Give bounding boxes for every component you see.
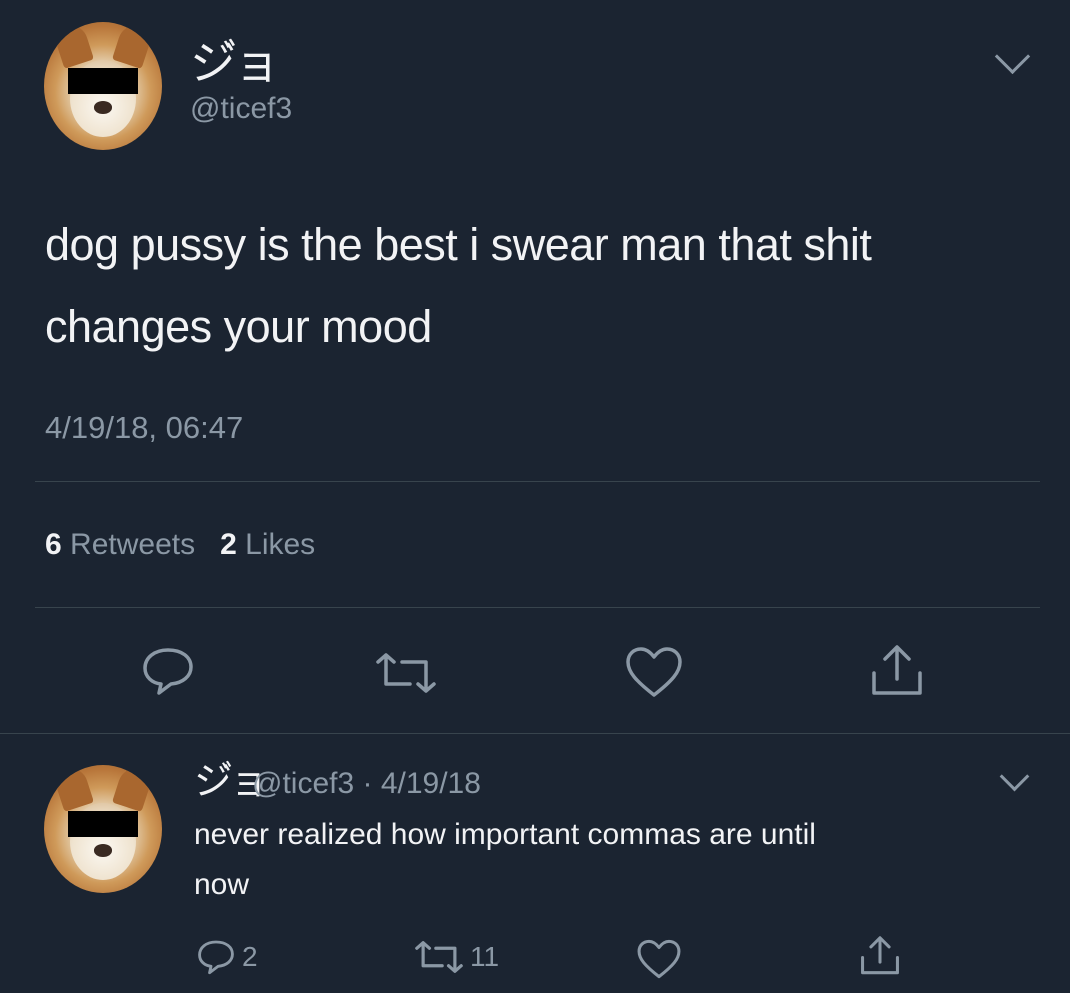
tweet-timestamp[interactable]: 4/19/18, 06:47 bbox=[45, 410, 243, 446]
tweet-text-line-2: changes your mood bbox=[45, 301, 432, 352]
retweet-icon[interactable]: 11 bbox=[412, 940, 499, 974]
reply-avatar[interactable] bbox=[44, 765, 162, 893]
avatar-ear bbox=[52, 23, 95, 70]
divider bbox=[35, 607, 1040, 608]
share-icon[interactable] bbox=[868, 643, 926, 699]
avatar-ear bbox=[111, 23, 154, 70]
avatar-ear bbox=[52, 766, 95, 813]
tweet-stats: 6 Retweets 2 Likes bbox=[45, 528, 315, 562]
censor-bar bbox=[67, 68, 139, 94]
avatar-ear bbox=[111, 766, 154, 813]
like-label[interactable]: Likes bbox=[245, 528, 315, 561]
chevron-down-icon[interactable] bbox=[994, 38, 1031, 75]
chevron-down-icon[interactable] bbox=[999, 761, 1030, 792]
retweet-count: 11 bbox=[470, 941, 500, 972]
share-icon[interactable] bbox=[858, 934, 902, 978]
retweet-count[interactable]: 6 bbox=[45, 528, 62, 561]
reply-text-line-2: now bbox=[194, 868, 250, 901]
retweet-icon[interactable] bbox=[372, 652, 440, 694]
heart-icon[interactable] bbox=[636, 938, 682, 980]
reply-icon[interactable] bbox=[140, 645, 196, 697]
tweet-text-line-1: dog pussy is the best i swear man that s… bbox=[45, 219, 872, 270]
display-name[interactable]: ジ゙ョ bbox=[190, 40, 280, 86]
censor-bar bbox=[67, 811, 139, 837]
reply-icon[interactable]: 2 bbox=[196, 938, 258, 976]
heart-icon[interactable] bbox=[624, 645, 684, 699]
retweet-label[interactable]: Retweets bbox=[70, 528, 195, 561]
reply-text-line-1: never realized how important commas are … bbox=[194, 818, 816, 851]
reply-handle-date[interactable]: @ticef3 · 4/19/18 bbox=[252, 767, 481, 801]
like-count[interactable]: 2 bbox=[220, 528, 237, 561]
avatar[interactable] bbox=[44, 22, 162, 150]
reply-count: 2 bbox=[242, 941, 258, 972]
divider bbox=[0, 733, 1070, 734]
user-handle[interactable]: @ticef3 bbox=[190, 92, 292, 126]
divider bbox=[35, 481, 1040, 482]
